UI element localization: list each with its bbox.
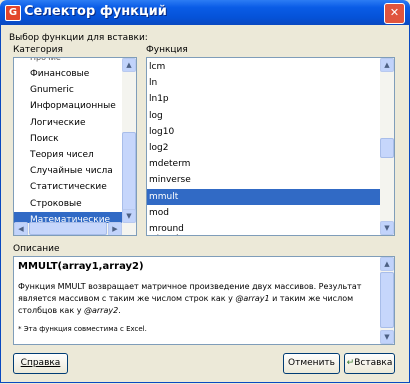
function-item[interactable]: log10 [147, 124, 380, 140]
cancel-button[interactable]: Отменить [283, 353, 340, 374]
help-label: Справка [20, 358, 61, 368]
category-item[interactable]: Теория чисел [14, 147, 122, 163]
compat-note: * Эта функция совместима с Excel. [18, 325, 147, 333]
function-item[interactable]: ln1p [147, 91, 380, 107]
category-item-partial: Прочие [30, 57, 61, 62]
app-icon: G [5, 5, 21, 21]
function-item[interactable]: mod [147, 205, 380, 221]
scroll-down-icon[interactable]: ▼ [380, 330, 394, 344]
hscroll-thumb[interactable] [29, 222, 107, 235]
insert-label: Вставка [354, 358, 393, 368]
description-label: Описание [13, 244, 60, 254]
function-item[interactable]: log [147, 108, 380, 124]
close-button[interactable]: ✕ [384, 3, 405, 24]
scroll-down-icon[interactable]: ▼ [122, 209, 136, 223]
function-item[interactable]: mdeterm [147, 156, 380, 172]
description-vscrollbar[interactable]: ▲ ▼ [380, 257, 394, 344]
function-item[interactable]: minverse [147, 172, 380, 188]
help-button[interactable]: Справка [13, 353, 68, 374]
category-item[interactable]: Информационные [14, 98, 122, 114]
scroll-up-icon[interactable]: ▲ [380, 58, 394, 72]
category-item[interactable]: Статистические [14, 179, 122, 195]
description-text: Функция MMULT возвращает матричное произ… [18, 282, 362, 315]
scroll-thumb[interactable] [380, 272, 394, 328]
scroll-down-icon[interactable]: ▼ [380, 221, 394, 235]
insert-button[interactable]: ↵Вставка [344, 353, 395, 374]
category-list[interactable]: Прочие Финансовые Gnumeric Информационные Л… [13, 57, 137, 236]
scroll-thumb[interactable] [122, 132, 136, 216]
title-bar: G Селектор функций ✕ [0, 0, 410, 25]
function-label: Функция [146, 45, 188, 55]
scroll-up-icon[interactable]: ▲ [122, 58, 136, 72]
category-label: Категория [13, 45, 63, 55]
cancel-label: Отменить [288, 358, 335, 368]
category-item[interactable]: Строковые [14, 196, 122, 212]
description-box: MMULT(array1,array2) Функция MMULT возвр… [13, 256, 395, 345]
category-vscrollbar[interactable]: ▲ ▼ [122, 58, 136, 235]
category-item[interactable]: Поиск [14, 131, 122, 147]
category-item[interactable]: Gnumeric [14, 82, 122, 98]
category-item[interactable]: Финансовые [14, 66, 122, 82]
category-item[interactable]: Логические [14, 115, 122, 131]
scroll-up-icon[interactable]: ▲ [380, 257, 394, 271]
category-item[interactable]: Случайные числа [14, 163, 122, 179]
scroll-left-icon[interactable]: ◀ [14, 222, 28, 235]
function-item[interactable]: ln [147, 75, 380, 91]
category-hscrollbar[interactable]: ◀ ▶ [14, 222, 122, 235]
function-list[interactable]: lcm ln ln1p log log10 log2 mdeterm minverse mmul… [146, 57, 395, 236]
prompt-label: Выбор функции для вставки: [9, 33, 148, 43]
function-item[interactable]: mmult [147, 188, 380, 205]
function-vscrollbar[interactable]: ▲ ▼ [380, 58, 394, 235]
scroll-right-icon[interactable]: ▶ [108, 222, 122, 235]
window-title: Селектор функций [24, 4, 167, 19]
function-item[interactable]: lcm [147, 59, 380, 75]
function-signature: MMULT(array1,array2) [18, 261, 144, 272]
function-item[interactable]: log2 [147, 140, 380, 156]
scroll-thumb[interactable] [380, 138, 394, 158]
function-item-partial: mtrand [149, 230, 178, 235]
function-item[interactable]: mround [147, 221, 380, 235]
